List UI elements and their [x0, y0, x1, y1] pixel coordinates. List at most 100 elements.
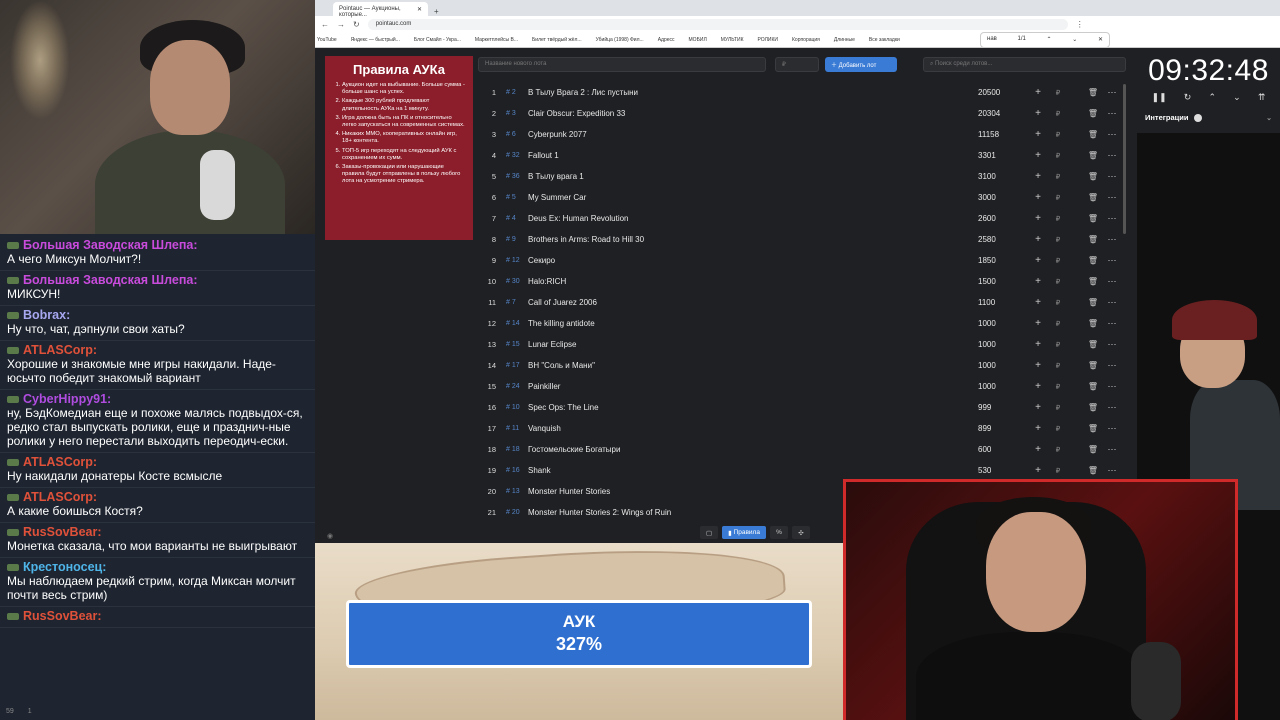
- new-tab-icon[interactable]: +: [434, 7, 439, 16]
- extensions-icon[interactable]: ⋮: [1076, 20, 1084, 29]
- lot-amount[interactable]: 999: [978, 403, 1028, 412]
- lot-name[interactable]: Deus Ex: Human Revolution: [528, 214, 978, 223]
- add-amount-icon[interactable]: +: [1028, 171, 1048, 182]
- lot-name[interactable]: Halo:RICH: [528, 277, 978, 286]
- more-icon[interactable]: ⋯: [1104, 129, 1120, 140]
- reset-icon[interactable]: ↻: [1184, 92, 1192, 103]
- lot-amount[interactable]: 1100: [978, 298, 1028, 307]
- wheel-button[interactable]: ✣: [791, 526, 810, 539]
- add-amount-icon[interactable]: +: [1028, 339, 1048, 350]
- lot-amount[interactable]: 3100: [978, 172, 1028, 181]
- lot-name[interactable]: В Тылу Врага 2 : Лис пустыни: [528, 88, 978, 97]
- trash-icon[interactable]: 🗑: [1082, 382, 1104, 391]
- address-bar[interactable]: pointauc.com: [367, 18, 1068, 30]
- ruble-icon[interactable]: ₽: [1048, 446, 1068, 454]
- add-amount-icon[interactable]: +: [1028, 276, 1048, 287]
- add-amount-icon[interactable]: +: [1028, 318, 1048, 329]
- lot-search-input[interactable]: ⌕ Поиск среди лотов...: [923, 57, 1126, 72]
- add-amount-icon[interactable]: +: [1028, 150, 1048, 161]
- more-icon[interactable]: ⋯: [1104, 444, 1120, 455]
- chat-nick[interactable]: RusSovBear:: [23, 525, 102, 539]
- bookmark-item[interactable]: Корпорация: [792, 37, 820, 43]
- bookmark-item[interactable]: Адресс: [658, 37, 675, 43]
- trash-icon[interactable]: 🗑: [1082, 214, 1104, 223]
- bookmark-item[interactable]: Блог Смайл - Укра...: [414, 37, 461, 43]
- lot-name[interactable]: Spec Ops: The Line: [528, 403, 978, 412]
- ruble-icon[interactable]: ₽: [1048, 131, 1068, 139]
- close-tab-icon[interactable]: ✕: [417, 6, 422, 13]
- bookmark-item[interactable]: Маркетплейсы В...: [475, 37, 518, 43]
- price-input[interactable]: ₽: [775, 57, 819, 72]
- trash-icon[interactable]: 🗑: [1082, 340, 1104, 349]
- lot-amount[interactable]: 1000: [978, 340, 1028, 349]
- trash-icon[interactable]: 🗑: [1082, 319, 1104, 328]
- more-icon[interactable]: ⋯: [1104, 465, 1120, 476]
- lot-amount[interactable]: 2600: [978, 214, 1028, 223]
- ruble-icon[interactable]: ₽: [1048, 278, 1068, 286]
- ruble-icon[interactable]: ₽: [1048, 257, 1068, 265]
- lot-amount[interactable]: 600: [978, 445, 1028, 454]
- lot-name[interactable]: Fallout 1: [528, 151, 978, 160]
- window-toggle-button[interactable]: ▢: [700, 526, 719, 539]
- add-amount-icon[interactable]: +: [1028, 360, 1048, 371]
- more-icon[interactable]: ⋯: [1104, 234, 1120, 245]
- find-next-icon[interactable]: ⌄: [1072, 36, 1077, 44]
- ruble-icon[interactable]: ₽: [1048, 425, 1068, 433]
- ruble-icon[interactable]: ₽: [1048, 299, 1068, 307]
- more-icon[interactable]: ⋯: [1104, 339, 1120, 350]
- lot-name[interactable]: Гостомельские Богатыри: [528, 445, 978, 454]
- add-amount-icon[interactable]: +: [1028, 297, 1048, 308]
- find-query[interactable]: нав: [987, 36, 997, 44]
- more-icon[interactable]: ⋯: [1104, 297, 1120, 308]
- chevron-down-icon[interactable]: ⌄: [1266, 114, 1272, 122]
- new-lot-input[interactable]: Название нового лота: [478, 57, 766, 72]
- bookmark-item[interactable]: МУЛЬТИК: [721, 37, 744, 43]
- ruble-icon[interactable]: ₽: [1048, 215, 1068, 223]
- bookmark-item[interactable]: Убийца (1998) Фил...: [596, 37, 644, 43]
- trash-icon[interactable]: 🗑: [1082, 130, 1104, 139]
- lot-amount[interactable]: 2580: [978, 235, 1028, 244]
- trash-icon[interactable]: 🗑: [1082, 256, 1104, 265]
- lot-amount[interactable]: 11158: [978, 130, 1028, 139]
- more-icon[interactable]: ⋯: [1104, 87, 1120, 98]
- trash-icon[interactable]: 🗑: [1082, 298, 1104, 307]
- more-icon[interactable]: ⋯: [1104, 213, 1120, 224]
- add-amount-icon[interactable]: +: [1028, 129, 1048, 140]
- ruble-icon[interactable]: ₽: [1048, 89, 1068, 97]
- lot-name[interactable]: Cyberpunk 2077: [528, 130, 978, 139]
- ruble-icon[interactable]: ₽: [1048, 110, 1068, 118]
- lot-name[interactable]: Shank: [528, 466, 978, 475]
- more-icon[interactable]: ⋯: [1104, 192, 1120, 203]
- find-prev-icon[interactable]: ⌃: [1047, 36, 1052, 44]
- integrations-row[interactable]: Интеграции ⌄: [1137, 103, 1280, 122]
- more-icon[interactable]: ⋯: [1104, 108, 1120, 119]
- lot-amount[interactable]: 3301: [978, 151, 1028, 160]
- pause-icon[interactable]: ❚❚: [1152, 92, 1167, 103]
- ruble-icon[interactable]: ₽: [1048, 467, 1068, 475]
- lot-name[interactable]: Lunar Eclipse: [528, 340, 978, 349]
- trash-icon[interactable]: 🗑: [1082, 445, 1104, 454]
- chat-nick[interactable]: Большая Заводская Шлепа:: [23, 238, 198, 252]
- bookmark-item[interactable]: Билет твёрдый жёл...: [532, 37, 582, 43]
- ruble-icon[interactable]: ₽: [1048, 320, 1068, 328]
- lot-name[interactable]: Секиро: [528, 256, 978, 265]
- trash-icon[interactable]: 🗑: [1082, 88, 1104, 97]
- more-icon[interactable]: ⋯: [1104, 150, 1120, 161]
- lot-name[interactable]: ВН "Соль и Мани": [528, 361, 978, 370]
- add-amount-icon[interactable]: +: [1028, 234, 1048, 245]
- bookmark-item[interactable]: Все закладки: [869, 37, 900, 43]
- more-icon[interactable]: ⋯: [1104, 423, 1120, 434]
- ruble-icon[interactable]: ₽: [1048, 236, 1068, 244]
- lot-name[interactable]: Painkiller: [528, 382, 978, 391]
- ruble-icon[interactable]: ₽: [1048, 194, 1068, 202]
- more-icon[interactable]: ⋯: [1104, 171, 1120, 182]
- chat-nick[interactable]: Большая Заводская Шлепа:: [23, 273, 198, 287]
- lot-name[interactable]: Vanquish: [528, 424, 978, 433]
- chat-nick[interactable]: RusSovBear:: [23, 609, 102, 623]
- trash-icon[interactable]: 🗑: [1082, 235, 1104, 244]
- lot-amount[interactable]: 1000: [978, 382, 1028, 391]
- chat-nick[interactable]: CyberHippy91:: [23, 392, 111, 406]
- chat-nick[interactable]: ATLASCorp:: [23, 343, 97, 357]
- lot-name[interactable]: Call of Juarez 2006: [528, 298, 978, 307]
- browser-tab[interactable]: Pointauc — Аукционы, которые... ✕: [333, 2, 428, 18]
